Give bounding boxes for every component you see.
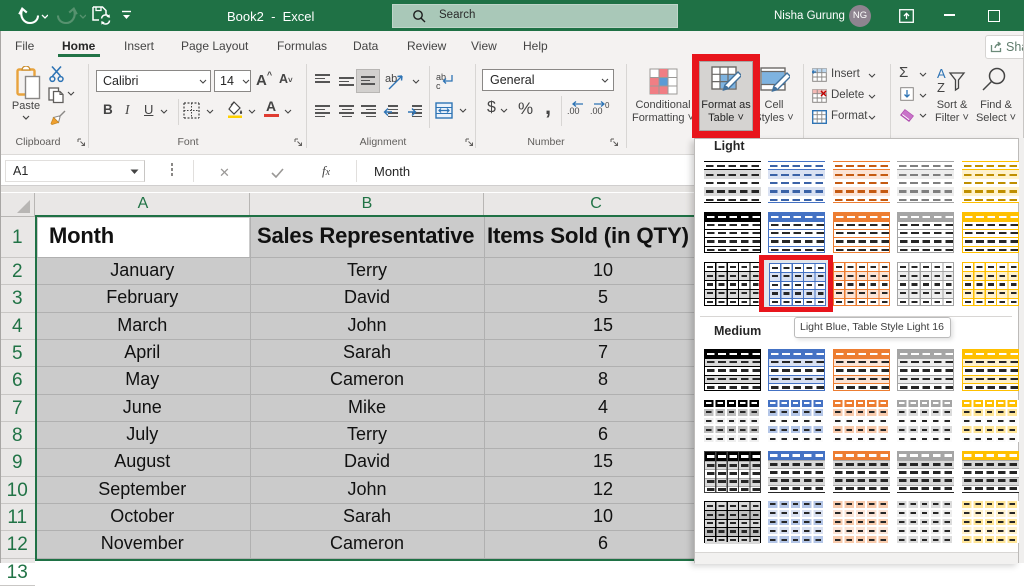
svg-text:.00: .00 xyxy=(567,106,580,116)
svg-text:.00: .00 xyxy=(590,106,603,116)
svg-text:A: A xyxy=(937,67,946,81)
svg-text:Z: Z xyxy=(937,80,945,94)
svg-text:0: 0 xyxy=(605,101,610,110)
svg-text:c: c xyxy=(436,81,441,90)
